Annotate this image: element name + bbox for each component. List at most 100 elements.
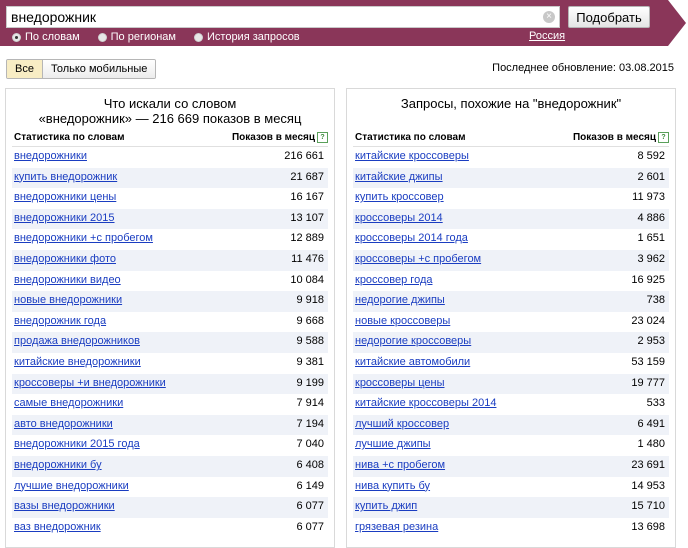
impressions-count: 11 973 [632,191,665,204]
panel-title: Что искали со словом «внедорожник» — 216… [6,96,334,126]
column-header: Статистика по словам Показов в месяц? [12,130,328,147]
impressions-count: 19 777 [631,376,665,389]
query-link[interactable]: нива +с пробегом [355,459,445,471]
table-row: ваз внедорожник 6 077 [12,518,328,539]
radio-label: По словам [25,31,80,43]
query-link[interactable]: кроссоверы 2014 [355,212,443,224]
search-box: × [6,6,560,28]
query-link[interactable]: новые внедорожники [14,294,122,306]
query-link[interactable]: внедорожники [14,150,87,162]
impressions-count: 6 149 [296,479,324,492]
query-link[interactable]: внедорожники +с пробегом [14,232,153,244]
query-link[interactable]: китайские внедорожники [14,356,141,368]
table-row: кроссоверы +и внедорожники 9 199 [12,373,328,395]
impressions-count: 6 408 [296,458,324,471]
query-link[interactable]: купить кроссовер [355,191,444,203]
impressions-count: 216 661 [284,150,324,162]
query-link[interactable]: внедорожники бу [14,459,102,471]
table-row: грязевая резина 13 698 [353,518,669,539]
query-link[interactable]: китайские джипы [355,171,443,183]
table-row: лучшие внедорожники 6 149 [12,477,328,498]
tab-mobile-only[interactable]: Только мобильные [42,60,156,78]
query-link[interactable]: купить джип [355,500,417,512]
table-row: кроссоверы цены 19 777 [353,373,669,395]
impressions-count: 1 480 [637,438,665,451]
query-link[interactable]: кроссоверы 2014 года [355,232,468,244]
radio-by-regions[interactable]: По регионам [97,31,176,43]
help-icon[interactable]: ? [658,132,669,143]
query-link[interactable]: внедорожник года [14,315,106,327]
impressions-count: 738 [646,294,665,307]
panel-similar-queries: Запросы, похожие на "внедорожник" Статис… [346,88,676,548]
query-link[interactable]: кроссовер года [355,274,432,286]
table-row: кроссовер года 16 925 [353,271,669,292]
impressions-count: 14 953 [631,479,665,492]
query-link[interactable]: кроссоверы +и внедорожники [14,377,166,389]
query-link[interactable]: ваз внедорожник [14,521,101,533]
query-link[interactable]: китайские кроссоверы 2014 [355,397,496,409]
query-link[interactable]: новые кроссоверы [355,315,450,327]
column-header-shows: Показов в месяц? [573,132,669,143]
query-link[interactable]: недорогие кроссоверы [355,335,471,347]
impressions-count: 2 953 [637,335,665,348]
impressions-count: 11 476 [291,252,324,265]
query-link[interactable]: лучший кроссовер [355,418,449,430]
impressions-count: 23 691 [631,458,665,471]
radio-label: История запросов [207,31,300,43]
table-row: внедорожники 216 661 [12,147,328,168]
table-row: китайские автомобили 53 159 [353,353,669,374]
impressions-count: 8 592 [637,150,665,162]
table-row: новые внедорожники 9 918 [12,291,328,312]
column-header-words: Статистика по словам [355,132,466,143]
table-row: внедорожники видео 10 084 [12,271,328,292]
table-row: китайские кроссоверы 8 592 [353,147,669,168]
query-link[interactable]: внедорожники 2015 года [14,438,140,450]
impressions-count: 7 040 [296,438,324,451]
query-link[interactable]: внедорожники видео [14,274,121,286]
query-link[interactable]: купить внедорожник [14,171,117,183]
radio-label: По регионам [110,31,176,43]
table-row: лучшие джипы 1 480 [353,435,669,456]
column-header: Статистика по словам Показов в месяц? [353,130,669,147]
panel-title-line: Запросы, похожие на "внедорожник" [400,96,622,111]
impressions-count: 15 710 [631,500,665,513]
submit-button[interactable]: Подобрать [568,6,650,28]
impressions-count: 12 889 [290,232,324,245]
query-link[interactable]: нива купить бу [355,480,430,492]
query-link[interactable]: лучшие внедорожники [14,480,129,492]
column-header-shows: Показов в месяц? [232,132,328,143]
query-link[interactable]: кроссоверы цены [355,377,444,389]
impressions-count: 53 159 [631,355,665,368]
query-link[interactable]: кроссоверы +с пробегом [355,253,481,265]
query-link[interactable]: вазы внедорожники [14,500,115,512]
query-link[interactable]: внедорожники 2015 [14,212,115,224]
impressions-count: 16 167 [290,191,324,204]
query-link[interactable]: самые внедорожники [14,397,123,409]
query-link[interactable]: авто внедорожники [14,418,113,430]
radio-history[interactable]: История запросов [194,31,300,43]
clear-icon[interactable]: × [543,11,555,23]
query-link[interactable]: китайские кроссоверы [355,150,469,162]
radio-selected-icon [12,32,21,42]
table-row: продажа внедорожников 9 588 [12,332,328,353]
radio-by-words[interactable]: По словам [12,31,80,43]
query-link[interactable]: недорогие джипы [355,294,445,306]
table-row: внедорожники +с пробегом 12 889 [12,229,328,250]
tab-all[interactable]: Все [7,60,43,78]
query-link[interactable]: грязевая резина [355,521,438,533]
query-link[interactable]: лучшие джипы [355,438,431,450]
region-link[interactable]: Россия [529,30,565,42]
table-row: нива +с пробегом 23 691 [353,455,669,477]
header-arrow [668,0,686,46]
search-input[interactable] [11,9,531,25]
help-icon[interactable]: ? [317,132,328,143]
panel-title: Запросы, похожие на "внедорожник" [347,96,675,126]
radio-unselected-icon [97,32,107,42]
query-link[interactable]: продажа внедорожников [14,335,140,347]
right-rows: китайские кроссоверы 8 592 китайские джипы… [353,147,669,538]
table-row: кроссоверы +с пробегом 3 962 [353,249,669,271]
impressions-count: 6 077 [296,500,324,513]
query-link[interactable]: внедорожники фото [14,253,116,265]
query-link[interactable]: китайские автомобили [355,356,470,368]
query-link[interactable]: внедорожники цены [14,191,116,203]
